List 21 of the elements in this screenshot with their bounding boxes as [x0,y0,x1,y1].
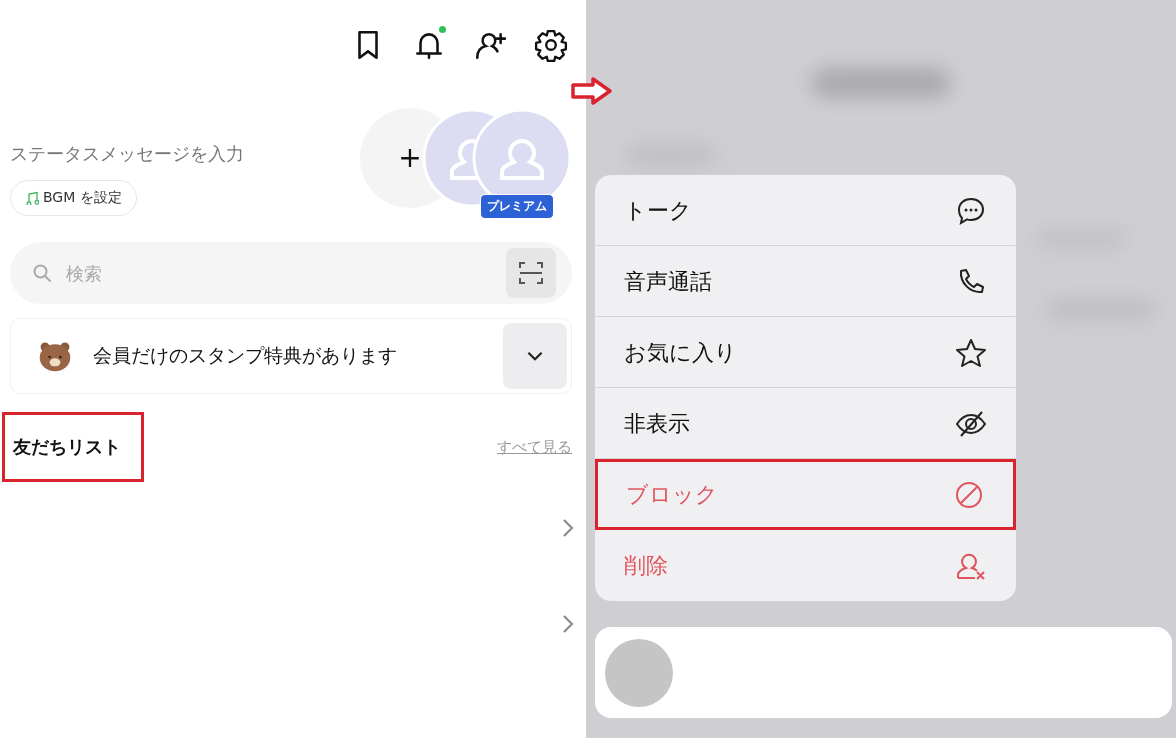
music-note-icon [25,191,39,205]
menu-item[interactable]: 非表示 [595,388,1016,459]
avatar-icon [605,638,673,707]
scan-icon [517,259,545,287]
search-bar[interactable]: 検索 [10,242,572,304]
star-icon [955,336,987,369]
chevron-icon[interactable] [562,614,574,634]
section-title: 友だちリスト [2,412,144,482]
add-profile-button[interactable]: + [394,140,426,176]
settings-icon[interactable] [534,28,568,62]
banner-text: 会員だけのスタンプ特典があります [93,343,398,368]
scan-button[interactable] [506,248,556,298]
menu-item[interactable]: お気に入り [595,317,1016,388]
menu-item[interactable]: トーク [595,175,1016,246]
status-message-placeholder[interactable]: ステータスメッセージを入力 [10,142,244,166]
bgm-button[interactable]: BGM を設定 [10,180,137,216]
menu-item[interactable]: 音声通話 [595,246,1016,317]
search-field[interactable]: 検索 [64,261,506,285]
premium-badge: プレミアム [480,194,554,219]
search-icon [32,263,52,283]
chevron-icon[interactable] [562,518,574,538]
